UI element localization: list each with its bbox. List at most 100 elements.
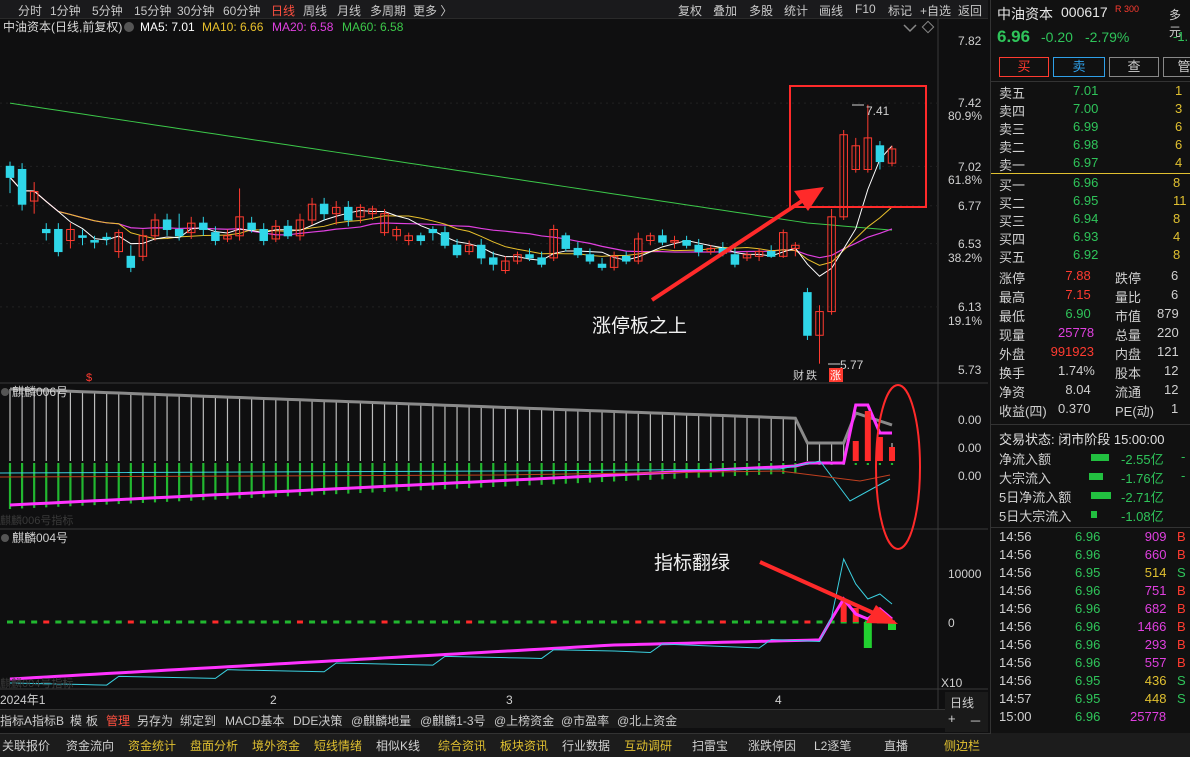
tab-manage[interactable]: 管理 [106, 712, 130, 729]
tool-overlay[interactable]: 叠加 [713, 2, 737, 19]
period-15min[interactable]: 15分钟 [134, 2, 171, 19]
side-period-label[interactable]: 日线 [950, 694, 974, 711]
event-mark-fall[interactable]: 跌 [806, 368, 817, 382]
kline-chart-area[interactable]: 中油资本(日线,前复权) MA5: 7.01 MA10: 6.66 MA20: … [0, 19, 988, 709]
stat-row[interactable]: 收益(四) 0.370 PE(动) 1 [991, 401, 1190, 419]
tab-north-funds[interactable]: @北上资金 [617, 712, 677, 729]
tool-stats[interactable]: 统计 [784, 2, 808, 19]
tab-industry-data[interactable]: 行业数据 [562, 737, 610, 754]
candle[interactable] [803, 287, 812, 340]
candle[interactable] [17, 163, 27, 211]
period-week[interactable]: 周线 [303, 2, 327, 19]
tool-multistock[interactable]: 多股 [749, 2, 773, 19]
tick-row[interactable]: 14:56 6.95 514 S [991, 565, 1190, 583]
flow-row[interactable]: 净流入额 -2.55亿 - [991, 449, 1190, 467]
stat-row[interactable]: 外盘 991923 内盘 121 [991, 344, 1190, 362]
tab-short-sentiment[interactable]: 短线情绪 [314, 737, 362, 754]
buy-button[interactable]: 买 [999, 57, 1049, 77]
tab-ind-b[interactable]: 指标B [32, 712, 64, 729]
stat-row[interactable]: 换手 1.74% 股本 12 [991, 363, 1190, 381]
stat-row[interactable]: 最高 7.15 量比 6 [991, 287, 1190, 305]
candle[interactable] [561, 232, 571, 252]
stat-row[interactable]: 最低 6.90 市值 879 [991, 306, 1190, 324]
tab-ind-a[interactable]: 指标A [0, 712, 32, 729]
tick-row[interactable]: 14:56 6.96 751 B [991, 583, 1190, 601]
flow-row[interactable]: 大宗流入 -1.76亿 - [991, 468, 1190, 486]
ind1-gear-icon[interactable] [1, 388, 9, 396]
tab-qilin-vol[interactable]: @麒麟地量 [351, 712, 411, 729]
tab-similar-kline[interactable]: 相似K线 [376, 737, 420, 754]
manage-button[interactable]: 管 [1163, 57, 1190, 77]
bid-row[interactable]: 买二 6.95 11 [991, 193, 1190, 211]
stat-row[interactable]: 现量 25778 总量 220 [991, 325, 1190, 343]
period-60min[interactable]: 60分钟 [223, 2, 260, 19]
tab-market-analysis[interactable]: 盘面分析 [190, 737, 238, 754]
tab-top-funds[interactable]: @上榜资金 [494, 712, 554, 729]
x-scale-label[interactable]: X10 [941, 676, 963, 690]
bid-row[interactable]: 买三 6.94 8 [991, 211, 1190, 229]
period-multi[interactable]: 多周期 [370, 2, 406, 19]
stat-row[interactable]: 净资 8.04 流通 12 [991, 382, 1190, 400]
flow-row[interactable]: 5日净流入额 -2.71亿 [991, 487, 1190, 505]
bid-row[interactable]: 买一 6.96 8 [991, 175, 1190, 193]
bid-row[interactable]: 买五 6.92 8 [991, 247, 1190, 265]
tab-board[interactable]: 板 [86, 712, 98, 729]
tab-mine-sweeper[interactable]: 扫雷宝 [692, 737, 728, 754]
ask-row[interactable]: 卖四 7.00 3 [991, 101, 1190, 119]
tab-l2-tick[interactable]: L2逐笔 [814, 737, 851, 754]
tab-related-quote[interactable]: 关联报价 [2, 737, 50, 754]
tab-news[interactable]: 综合资讯 [438, 737, 486, 754]
period-30min[interactable]: 30分钟 [177, 2, 214, 19]
ask-row[interactable]: 卖三 6.99 6 [991, 119, 1190, 137]
ask-row[interactable]: 卖二 6.98 6 [991, 137, 1190, 155]
tab-interactive-research[interactable]: 互动调研 [624, 737, 672, 754]
ask-row[interactable]: 卖五 7.01 1 [991, 83, 1190, 101]
query-button[interactable]: 查 [1109, 57, 1159, 77]
tick-row[interactable]: 14:56 6.95 436 S [991, 673, 1190, 691]
period-fenshi[interactable]: 分时 [18, 2, 42, 19]
tool-draw[interactable]: 画线 [819, 2, 843, 19]
tab-foreign-funds[interactable]: 境外资金 [252, 737, 300, 754]
tab-qilin-13[interactable]: @麒麟1-3号 [420, 712, 486, 729]
tool-add-watch[interactable]: +自选 [920, 2, 951, 19]
tab-fund-stats[interactable]: 资金统计 [128, 737, 176, 754]
tab-sector-news[interactable]: 板块资讯 [500, 737, 548, 754]
ask-row[interactable]: 卖一 6.97 4 [991, 155, 1190, 173]
tab-sidebar[interactable]: 侧边栏 [944, 737, 980, 754]
tab-pe[interactable]: @市盈率 [561, 712, 609, 729]
tab-limit-reason[interactable]: 涨跌停因 [748, 737, 796, 754]
tool-back[interactable]: 返回 [958, 2, 982, 19]
period-month[interactable]: 月线 [337, 2, 361, 19]
period-1min[interactable]: 1分钟 [50, 2, 81, 19]
bid-row[interactable]: 买四 6.93 4 [991, 229, 1190, 247]
tab-template[interactable]: 模 [70, 712, 82, 729]
settings-gear-icon[interactable] [124, 22, 134, 32]
tab-bind[interactable]: 绑定到 [180, 712, 216, 729]
period-5min[interactable]: 5分钟 [92, 2, 123, 19]
period-day[interactable]: 日线 [271, 2, 295, 19]
flow-row[interactable]: 5日大宗流入 -1.08亿 [991, 506, 1190, 524]
event-mark-finance[interactable]: 财 [793, 368, 804, 382]
zoom-in-button[interactable]: + [948, 711, 956, 726]
tab-fund-flow[interactable]: 资金流向 [66, 737, 114, 754]
event-mark-rise[interactable]: 涨 [830, 369, 841, 382]
tab-save-as[interactable]: 另存为 [137, 712, 173, 729]
tool-mark[interactable]: 标记 [888, 2, 912, 19]
tool-f10[interactable]: F10 [855, 2, 876, 16]
sell-button[interactable]: 卖 [1053, 57, 1105, 77]
tab-dde[interactable]: DDE决策 [293, 712, 342, 729]
period-more[interactable]: 更多 〉 [413, 2, 452, 19]
event-s-icon[interactable]: $ [86, 372, 92, 384]
tick-row[interactable]: 15:00 6.96 25778 [991, 709, 1190, 727]
tab-macd[interactable]: MACD基本 [225, 712, 284, 729]
zoom-out-button[interactable]: － [969, 711, 982, 730]
tick-row[interactable]: 14:56 6.96 682 B [991, 601, 1190, 619]
tab-live[interactable]: 直播 [884, 737, 908, 754]
tick-row[interactable]: 14:57 6.95 448 S [991, 691, 1190, 709]
tick-list[interactable]: 14:56 6.96 909 B 14:56 6.96 660 B 14:56 6.95 514 S 1… [991, 528, 1190, 728]
stat-row[interactable]: 涨停 7.88 跌停 6 [991, 268, 1190, 286]
ind2-gear-icon[interactable] [1, 534, 9, 542]
tick-row[interactable]: 14:56 6.96 1466 B [991, 619, 1190, 637]
tick-row[interactable]: 14:56 6.96 909 B [991, 529, 1190, 547]
tick-row[interactable]: 14:56 6.96 660 B [991, 547, 1190, 565]
